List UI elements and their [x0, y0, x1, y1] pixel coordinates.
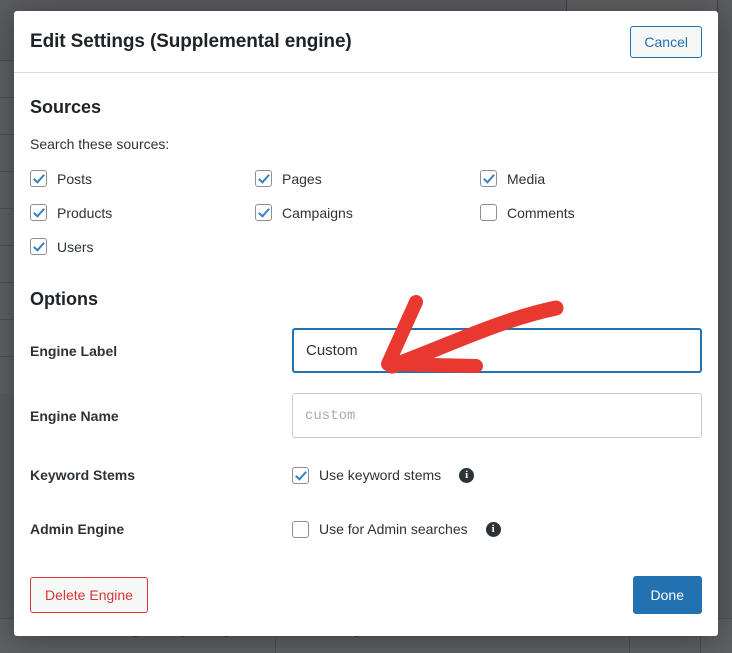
checkbox-admin-engine[interactable] — [292, 521, 309, 538]
sources-heading: Sources — [30, 97, 702, 118]
sources-checkbox-grid: Posts Pages Media Products Campaigns Com… — [30, 170, 702, 255]
source-option-media[interactable]: Media — [480, 170, 702, 187]
source-label: Posts — [57, 171, 92, 187]
source-label: Media — [507, 171, 545, 187]
checkbox-users[interactable] — [30, 238, 47, 255]
checkbox-products[interactable] — [30, 204, 47, 221]
admin-engine-checkbox-label: Use for Admin searches — [319, 521, 468, 537]
engine-label-label: Engine Label — [30, 343, 292, 359]
checkbox-posts[interactable] — [30, 170, 47, 187]
source-label: Users — [57, 239, 94, 255]
page-title: Edit Settings (Supplemental engine) — [30, 31, 352, 53]
keyword-stems-checkbox-label: Use keyword stems — [319, 467, 441, 483]
engine-label-field-wrap — [292, 328, 702, 373]
engine-name-input[interactable] — [292, 393, 702, 438]
checkbox-media[interactable] — [480, 170, 497, 187]
source-label: Comments — [507, 205, 575, 221]
option-row-admin-engine: Admin Engine Use for Admin searches i — [30, 512, 702, 546]
info-icon[interactable]: i — [459, 468, 474, 483]
checkbox-campaigns[interactable] — [255, 204, 272, 221]
keyword-stems-label: Keyword Stems — [30, 467, 292, 483]
modal-header: Edit Settings (Supplemental engine) Canc… — [14, 11, 718, 73]
engine-name-field-wrap — [292, 393, 702, 438]
modal-body: Sources Search these sources: Posts Page… — [14, 73, 718, 562]
source-option-products[interactable]: Products — [30, 204, 255, 221]
checkbox-pages[interactable] — [255, 170, 272, 187]
done-button[interactable]: Done — [633, 576, 702, 614]
option-row-engine-label: Engine Label — [30, 328, 702, 373]
checkbox-keyword-stems[interactable] — [292, 467, 309, 484]
checkbox-comments[interactable] — [480, 204, 497, 221]
source-option-pages[interactable]: Pages — [255, 170, 480, 187]
source-label: Pages — [282, 171, 322, 187]
source-label: Campaigns — [282, 205, 353, 221]
edit-settings-modal: Edit Settings (Supplemental engine) Canc… — [14, 11, 718, 636]
keyword-stems-field-wrap[interactable]: Use keyword stems i — [292, 467, 702, 484]
delete-engine-button[interactable]: Delete Engine — [30, 577, 148, 613]
option-row-engine-name: Engine Name — [30, 393, 702, 438]
info-icon[interactable]: i — [486, 522, 501, 537]
source-option-users[interactable]: Users — [30, 238, 255, 255]
cancel-button[interactable]: Cancel — [630, 26, 702, 58]
source-option-posts[interactable]: Posts — [30, 170, 255, 187]
admin-engine-label: Admin Engine — [30, 521, 292, 537]
sources-subheading: Search these sources: — [30, 136, 702, 152]
options-heading: Options — [30, 289, 702, 310]
admin-engine-field-wrap[interactable]: Use for Admin searches i — [292, 521, 702, 538]
source-option-comments[interactable]: Comments — [480, 204, 702, 221]
source-option-campaigns[interactable]: Campaigns — [255, 204, 480, 221]
engine-label-input[interactable] — [292, 328, 702, 373]
modal-footer: Delete Engine Done — [14, 562, 718, 636]
option-row-keyword-stems: Keyword Stems Use keyword stems i — [30, 458, 702, 492]
engine-name-label: Engine Name — [30, 408, 292, 424]
source-label: Products — [57, 205, 112, 221]
